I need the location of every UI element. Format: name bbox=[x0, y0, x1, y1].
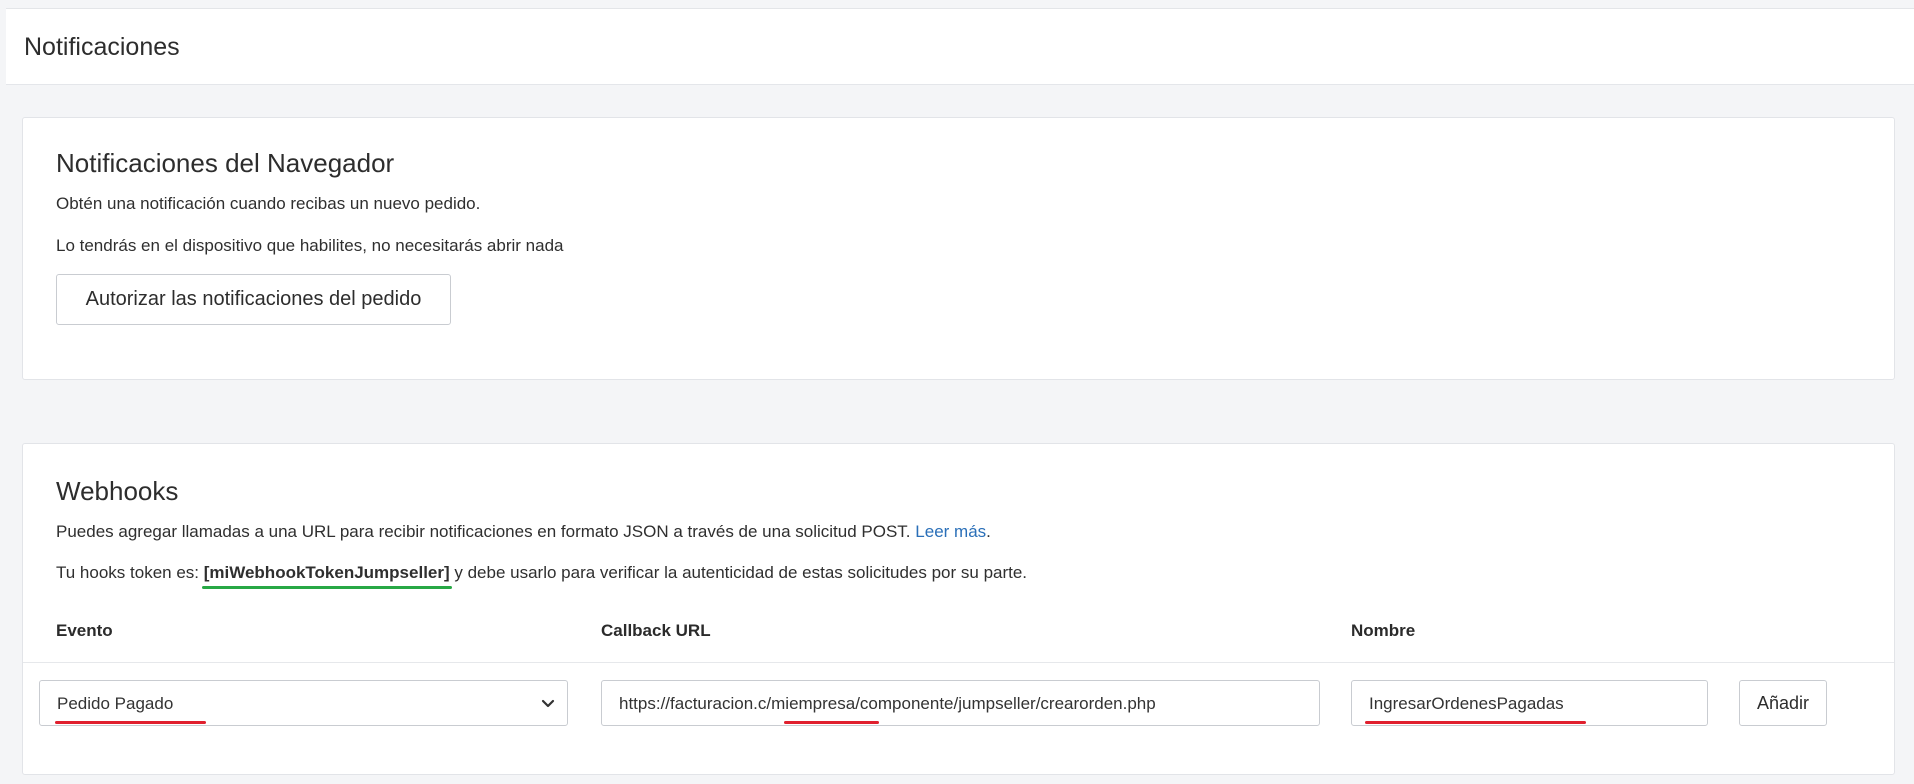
page-header: Notificaciones bbox=[6, 9, 1914, 85]
event-highlight-underline bbox=[55, 721, 206, 724]
column-header-callback-url: Callback URL bbox=[601, 621, 711, 640]
browser-notifications-description-2: Lo tendrás en el dispositivo que habilit… bbox=[56, 236, 564, 255]
form-row-divider bbox=[23, 662, 1894, 663]
column-header-name: Nombre bbox=[1351, 621, 1416, 640]
callback-url-highlight-underline bbox=[784, 721, 879, 724]
event-select-value: Pedido Pagado bbox=[57, 694, 174, 713]
read-more-suffix: . bbox=[986, 522, 991, 541]
browser-notifications-card: Notificaciones del Navegador Obtén una n… bbox=[22, 117, 1895, 380]
add-webhook-button[interactable]: Añadir bbox=[1739, 680, 1827, 726]
hooks-token-line: Tu hooks token es: [miWebhookTokenJumpse… bbox=[56, 563, 1028, 589]
browser-notifications-title: Notificaciones del Navegador bbox=[56, 148, 395, 178]
webhooks-title: Webhooks bbox=[56, 476, 179, 506]
token-highlight-underline bbox=[201, 586, 452, 589]
event-select[interactable]: Pedido Pagado bbox=[39, 680, 568, 726]
webhooks-description-text: Puedes agregar llamadas a una URL para r… bbox=[56, 522, 911, 541]
column-header-event: Evento bbox=[56, 621, 113, 640]
callback-url-input[interactable]: https://facturacion.c/miempresa/componen… bbox=[601, 680, 1320, 726]
authorize-notifications-button[interactable]: Autorizar las notificaciones del pedido bbox=[56, 274, 451, 325]
webhooks-description: Puedes agregar llamadas a una URL para r… bbox=[56, 522, 991, 542]
chevron-down-icon bbox=[541, 699, 555, 708]
hooks-token-suffix: y debe usarlo para verificar la autentic… bbox=[449, 563, 1028, 582]
webhook-name-value: IngresarOrdenesPagadas bbox=[1369, 694, 1564, 713]
webhooks-card: Webhooks Puedes agregar llamadas a una U… bbox=[22, 443, 1895, 775]
browser-notifications-description-1: Obtén una notificación cuando recibas un… bbox=[56, 194, 481, 213]
page-title: Notificaciones bbox=[24, 33, 180, 61]
name-highlight-underline bbox=[1365, 721, 1586, 724]
callback-url-value: https://facturacion.c/miempresa/componen… bbox=[619, 694, 1156, 713]
hooks-token-prefix: Tu hooks token es: bbox=[56, 563, 204, 582]
read-more-link[interactable]: Leer más bbox=[915, 522, 986, 541]
webhook-name-input[interactable]: IngresarOrdenesPagadas bbox=[1351, 680, 1708, 726]
hooks-token-value: [miWebhookTokenJumpseller] bbox=[201, 563, 452, 589]
hooks-token-text: [miWebhookTokenJumpseller] bbox=[203, 563, 450, 582]
